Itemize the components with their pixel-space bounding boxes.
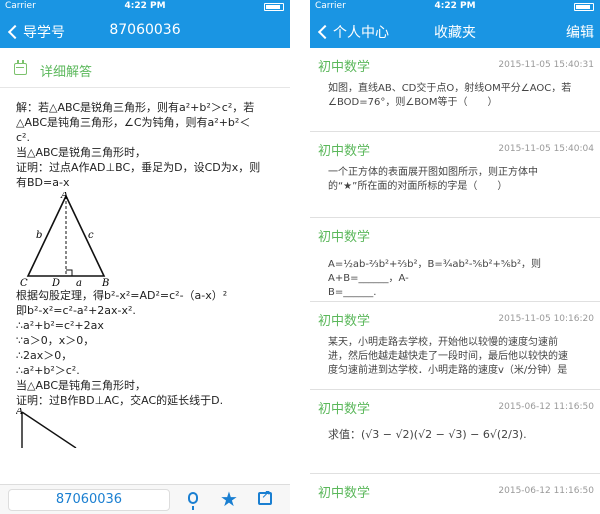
edit-button[interactable]: 编辑 [566, 22, 594, 42]
triangle-diagram-2: A [15, 406, 77, 449]
item-question: 某天，小明走路去学校，开始他以较慢的速度匀速前 进，然后他越走越快走了一段时间，… [328, 336, 594, 378]
answer-header: 详细解答 [0, 48, 290, 88]
question-line: 某天，小明走路去学校，开始他以较慢的速度匀速前 [328, 337, 558, 348]
favorites-screen: Carrier 4:22 PM 个人中心 收藏夹 编辑 初中数学 2015-11… [310, 0, 600, 514]
solution-line: 证明：过B作BD⊥AC，交AC的延长线于D. [16, 394, 224, 407]
label-c-vertex: C [20, 278, 28, 286]
question-line: ∠BOD=76°，则∠BOM等于（ ） [328, 97, 498, 108]
page-title: 87060036 [109, 22, 181, 38]
status-time: 4:22 PM [434, 1, 476, 11]
share-icon[interactable] [258, 487, 272, 505]
triangle-diagram: A b c C D a B [20, 192, 109, 286]
item-subject: 初中数学 [318, 230, 371, 245]
item-date: 2015-06-12 11:16:50 [498, 402, 594, 412]
calendar-icon [14, 60, 27, 75]
answer-title: 详细解答 [40, 65, 93, 80]
label-a-top-2: A [16, 408, 23, 417]
star-icon[interactable]: ★ [220, 487, 238, 511]
question-line: 如图，直线AB、CD交于点O，射线OM平分∠AOC，若 [328, 83, 572, 94]
item-subject: 初中数学 [318, 486, 371, 501]
nav-bar: 导学号 87060036 [0, 14, 290, 48]
question-line: 求值：(√3 − √2)(√2 − √3) − 6√(2/3). [328, 428, 527, 441]
favorites-list: 初中数学 2015-11-05 15:40:31 如图，直线AB、CD交于点O，… [310, 48, 600, 514]
question-line: 度匀速前进到达学校．小明走路的速度v（米/分钟）是 [328, 365, 568, 376]
microphone-icon[interactable] [188, 492, 198, 510]
solution-line: 有BD=a-x [16, 176, 70, 189]
solution-line: ∴a²+b²=c²+2ax [16, 319, 104, 332]
solution-line: △ABC是钝角三角形，∠C为钝角，则有a²+b²＜ [16, 116, 251, 129]
status-time: 4:22 PM [124, 1, 166, 11]
item-question: 如图，直线AB、CD交于点O，射线OM平分∠AOC，若 ∠BOD=76°，则∠B… [328, 82, 594, 110]
item-question: 求值：(√3 − √2)(√2 − √3) − 6√(2/3). [328, 428, 594, 442]
label-a-base: a [76, 278, 82, 286]
status-bar: Carrier 4:22 PM [0, 0, 290, 14]
id-field[interactable]: 87060036 [8, 489, 170, 511]
item-date: 2015-06-12 11:16:50 [498, 486, 594, 496]
item-subject: 初中数学 [318, 402, 371, 417]
question-line: 的“★”所在面的对面所标的字是（ ） [328, 181, 508, 192]
question-line: 进，然后他越走越快走了一段时间，最后他以较快的速 [328, 351, 568, 362]
page-title: 收藏夹 [434, 25, 476, 41]
label-d: D [51, 278, 60, 286]
list-item[interactable]: 初中数学 2015-06-12 11:16:50 [310, 474, 600, 514]
list-item[interactable]: 初中数学 A=½ab-⅔b²+⅔b²，B=¾ab²-⅚b²+⅚b²，则A+B=_… [310, 218, 600, 302]
item-subject: 初中数学 [318, 314, 371, 329]
list-item[interactable]: 初中数学 2015-11-05 15:40:04 一个正方体的表面展开图如图所示… [310, 132, 600, 218]
question-line: 一个正方体的表面展开图如图所示，则正方体中 [328, 167, 538, 178]
battery-icon [574, 3, 594, 11]
battery-icon [264, 3, 284, 11]
solution-line: ∵a＞0，x＞0， [16, 334, 95, 347]
solution-line: 当△ABC是钝角三角形时， [16, 379, 147, 392]
item-subject: 初中数学 [318, 60, 371, 75]
item-question: 一个正方体的表面展开图如图所示，则正方体中 的“★”所在面的对面所标的字是（ ） [328, 166, 594, 194]
label-a-top: A [60, 192, 68, 201]
solution-content: 解：若△ABC是锐角三角形，则有a²+b²＞c²，若 △ABC是钝角三角形，∠C… [15, 100, 276, 452]
list-item[interactable]: 初中数学 2015-11-05 10:16:20 某天，小明走路去学校，开始他以… [310, 302, 600, 390]
item-date: 2015-11-05 10:16:20 [498, 314, 594, 324]
solution-line: ∴a²+b²＞c². [16, 364, 80, 377]
item-date: 2015-11-05 15:40:04 [498, 144, 594, 154]
label-c: c [88, 230, 94, 241]
solution-line: ∴2ax＞0， [16, 349, 73, 362]
label-b-vertex: B [101, 278, 109, 286]
list-item[interactable]: 初中数学 2015-11-05 15:40:31 如图，直线AB、CD交于点O，… [310, 48, 600, 132]
answer-screen: Carrier 4:22 PM 导学号 87060036 详细解答 解：若△AB… [0, 0, 290, 514]
solution-line: 根据勾股定理，得b²-x²=AD²=c²-（a-x）² [16, 289, 228, 302]
solution-line: 当△ABC是锐角三角形时， [16, 146, 147, 159]
question-line: B=______. [328, 287, 377, 298]
solution-line: c². [16, 131, 30, 144]
nav-bar: 个人中心 收藏夹 编辑 [310, 14, 600, 48]
label-b: b [36, 230, 42, 241]
item-subject: 初中数学 [318, 144, 371, 159]
item-date: 2015-11-05 15:40:31 [498, 60, 594, 70]
list-item[interactable]: 初中数学 2015-06-12 11:16:50 求值：(√3 − √2)(√2… [310, 390, 600, 474]
solution-line: 即b²-x²=c²-a²+2ax-x². [16, 304, 136, 317]
solution-line: 解：若△ABC是锐角三角形，则有a²+b²＞c²，若 [16, 101, 255, 114]
item-question: A=½ab-⅔b²+⅔b²，B=¾ab²-⅚b²+⅚b²，则A+B=______… [328, 258, 594, 300]
bottom-toolbar: 87060036 ★ [0, 484, 290, 514]
solution-line: 证明：过点A作AD⊥BC，垂足为D，设CD为x，则 [16, 161, 261, 174]
question-line: A=½ab-⅔b²+⅔b²，B=¾ab²-⅚b²+⅚b²，则A+B=______… [328, 259, 541, 284]
status-bar: Carrier 4:22 PM [310, 0, 600, 14]
